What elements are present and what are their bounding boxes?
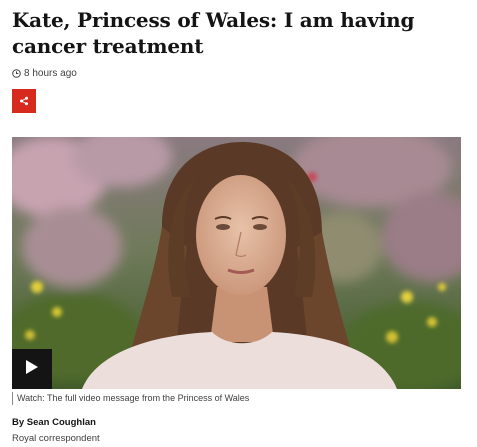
play-button[interactable] xyxy=(12,349,52,389)
share-button[interactable] xyxy=(12,89,36,113)
headline: Kate, Princess of Wales: I am having can… xyxy=(12,8,415,58)
article-meta: 8 hours ago xyxy=(12,66,77,80)
author-role: Royal correspondent xyxy=(12,433,100,444)
share-icon xyxy=(19,94,29,109)
video-player[interactable] xyxy=(12,137,461,389)
clock-icon xyxy=(12,68,21,78)
timestamp: 8 hours ago xyxy=(24,67,77,79)
byline: By Sean Coughlan Royal correspondent xyxy=(12,416,100,445)
author-name: By Sean Coughlan xyxy=(12,417,96,428)
video-caption: Watch: The full video message from the P… xyxy=(12,392,249,405)
play-icon xyxy=(25,359,39,380)
video-still xyxy=(12,137,461,389)
